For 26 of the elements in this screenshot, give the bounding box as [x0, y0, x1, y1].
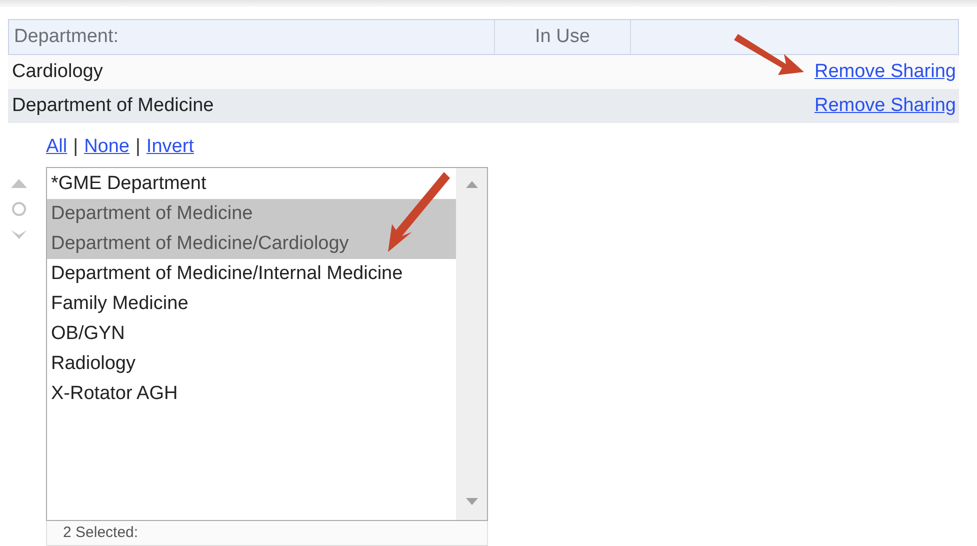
- scroll-up-icon[interactable]: [466, 180, 478, 188]
- column-header: In Use: [495, 20, 631, 54]
- selection-link[interactable]: None: [84, 136, 130, 158]
- separator-text: |: [135, 136, 140, 158]
- move-down-icon[interactable]: [10, 229, 28, 241]
- list-item[interactable]: Department of Medicine/Cardiology: [47, 229, 456, 259]
- list-item[interactable]: OB/GYN: [47, 319, 456, 349]
- scroll-down-icon[interactable]: [466, 498, 478, 506]
- selection-count: 2 Selected:: [46, 521, 488, 546]
- list-item[interactable]: X-Rotator AGH: [47, 379, 456, 409]
- table-cell: Cardiology: [12, 61, 103, 83]
- list-item[interactable]: Department of Medicine: [47, 199, 456, 229]
- move-up-icon[interactable]: [10, 177, 28, 189]
- list-item[interactable]: *GME Department: [47, 169, 456, 199]
- column-header: Department:: [9, 20, 495, 54]
- separator-text: |: [73, 136, 78, 158]
- remove-sharing-link[interactable]: Remove Sharing: [814, 95, 956, 117]
- selection-link[interactable]: Invert: [146, 136, 194, 158]
- list-item[interactable]: Family Medicine: [47, 289, 456, 319]
- table-cell: Department of Medicine: [12, 95, 214, 117]
- scrollbar[interactable]: [456, 168, 487, 520]
- selection-link[interactable]: All: [46, 136, 68, 158]
- list-item[interactable]: Department of Medicine/Internal Medicine: [47, 259, 456, 289]
- list-item[interactable]: Radiology: [47, 349, 456, 379]
- circle-icon[interactable]: [11, 201, 27, 217]
- remove-sharing-link[interactable]: Remove Sharing: [814, 61, 956, 83]
